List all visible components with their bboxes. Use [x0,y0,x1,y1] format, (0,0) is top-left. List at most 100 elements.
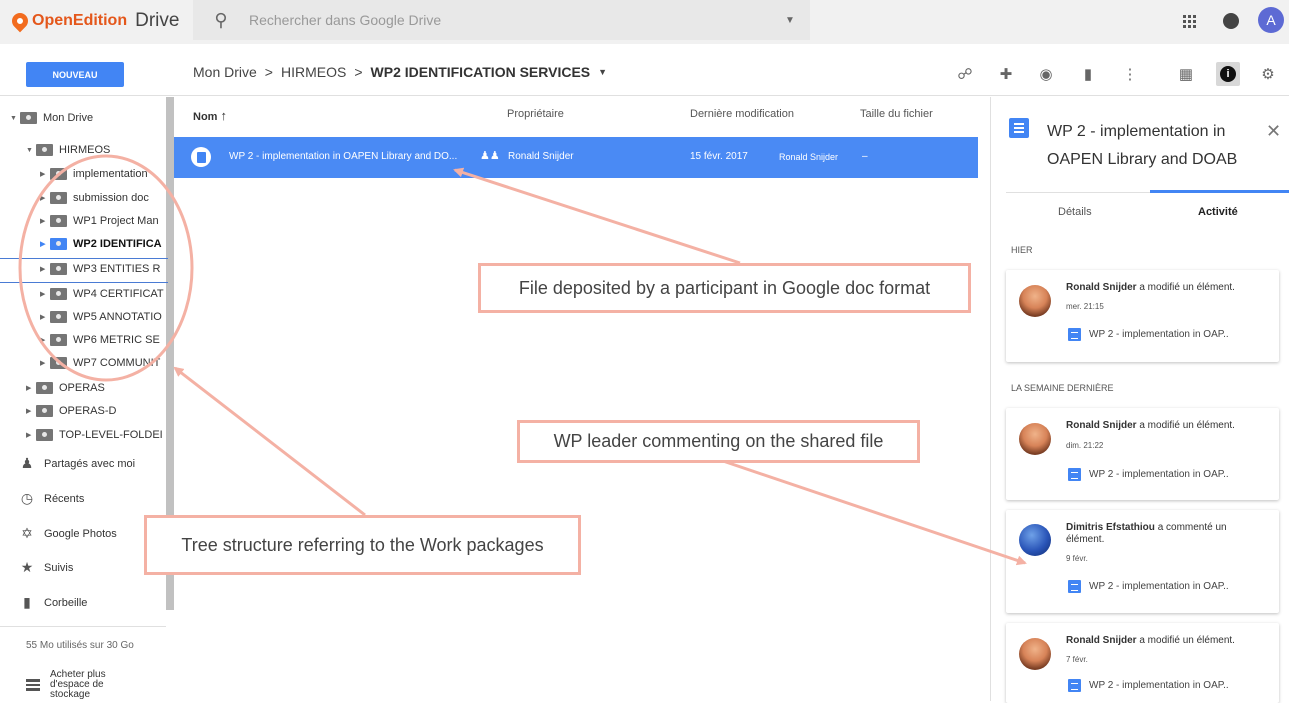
google-doc-icon [1068,468,1081,481]
tree-item-wp3[interactable]: ▶ WP3 ENTITIES R [40,263,166,275]
eye-icon[interactable]: ◉ [1034,62,1058,86]
nav-starred[interactable]: ★ Suivis [10,559,74,576]
clock-icon: ◷ [20,490,34,506]
tree-label: WP3 ENTITIES R [73,263,161,275]
breadcrumb-my-drive[interactable]: Mon Drive [193,64,257,80]
activity-file-link[interactable]: WP 2 - implementation in OAP.. [1068,679,1229,692]
sort-arrow-icon[interactable]: ↑ [221,108,228,123]
link-icon[interactable]: ☍ [953,62,977,86]
chevron-down-icon[interactable]: ▼ [598,67,607,77]
shared-folder-icon [50,334,67,346]
chevron-right-icon[interactable]: ▶ [26,384,36,392]
tab-activity[interactable]: Activité [1198,206,1238,218]
search-options-icon[interactable]: ▼ [770,15,810,26]
tree-label: WP6 METRIC SE [73,334,160,346]
tree-root-my-drive[interactable]: ▼ Mon Drive [10,112,93,124]
chevron-right-icon[interactable]: ▶ [40,359,50,367]
activity-card[interactable]: Ronald Snijder a modifié un élément. 7 f… [1006,623,1279,703]
star-icon: ★ [20,559,34,575]
chevron-right-icon[interactable]: ▶ [40,217,50,225]
buy-storage-link[interactable]: Acheter plus d'espace de stockage [26,670,106,700]
chevron-right-icon[interactable]: ▶ [40,336,50,344]
trash-icon[interactable]: ▮ [1076,62,1100,86]
activity-file-link[interactable]: WP 2 - implementation in OAP.. [1068,580,1229,593]
nav-recent[interactable]: ◷ Récents [10,490,84,507]
tree-item-hirmeos[interactable]: ▼ HIRMEOS [26,144,110,156]
tree-item-operas[interactable]: ▶ OPERAS [26,382,166,394]
tree-item-submission[interactable]: ▶ submission doc [40,192,166,204]
file-name: WP 2 - implementation in OAPEN Library a… [229,151,458,162]
activity-file-link[interactable]: WP 2 - implementation in OAP.. [1068,468,1229,481]
chevron-right-icon[interactable]: ▶ [40,265,50,273]
trash-icon: ▮ [23,594,31,610]
sidebar-divider [0,626,166,627]
activity-message: Ronald Snijder a modifié un élément. [1066,635,1266,647]
shared-folder-icon [50,288,67,300]
tree-annotation-arrow [173,366,366,517]
tree-label: WP2 IDENTIFICA [73,238,162,250]
nav-google-photos[interactable]: ✡ Google Photos [10,525,117,542]
nav-shared-with-me[interactable]: ♟ Partagés avec moi [10,455,135,472]
nav-trash[interactable]: ▮ Corbeille [10,594,87,611]
tree-label: WP7 COMMUNIT [73,357,161,369]
new-button[interactable]: NOUVEAU [26,62,124,87]
file-annotation-callout: File deposited by a participant in Googl… [478,263,971,313]
tree-item-top-level[interactable]: ▶ TOP-LEVEL-FOLDEI [26,429,166,441]
column-header-name[interactable]: Nom ↑ [193,108,227,123]
tree-item-operas-d[interactable]: ▶ OPERAS-D [26,405,166,417]
account-avatar[interactable]: A [1258,7,1284,33]
activity-file-name: WP 2 - implementation in OAP.. [1089,469,1229,480]
breadcrumb-hirmeos[interactable]: HIRMEOS [281,64,346,80]
search-bar[interactable]: ⚲ Rechercher dans Google Drive ▼ [193,0,810,40]
chevron-right-icon[interactable]: ▶ [40,170,50,178]
shared-folder-icon [50,263,67,275]
column-header-size[interactable]: Taille du fichier [860,108,933,120]
activity-card[interactable]: Ronald Snijder a modifié un élément. mer… [1006,270,1279,362]
search-input[interactable]: Rechercher dans Google Drive [249,12,770,28]
chevron-right-icon[interactable]: ▶ [40,240,50,248]
product-name: Drive [135,10,180,31]
chevron-right-icon[interactable]: ▶ [40,290,50,298]
tree-item-wp6[interactable]: ▶ WP6 METRIC SE [40,334,166,346]
chevron-right-icon[interactable]: ▶ [26,407,36,415]
chevron-right-icon[interactable]: ▶ [26,431,36,439]
tree-item-wp2[interactable]: ▶ WP2 IDENTIFICA [40,238,166,250]
nav-label: Corbeille [44,596,88,609]
activity-file-name: WP 2 - implementation in OAP.. [1089,581,1229,592]
avatar [1019,638,1051,670]
tree-item-wp7[interactable]: ▶ WP7 COMMUNIT [40,357,166,369]
add-person-icon[interactable]: ✚ [994,62,1018,86]
table-row[interactable]: WP 2 - implementation in OAPEN Library a… [174,137,978,178]
activity-user: Ronald Snijder [1066,635,1137,646]
activity-card[interactable]: Dimitris Efstathiou a commenté un élémen… [1006,510,1279,613]
activity-file-name: WP 2 - implementation in OAP.. [1089,680,1229,691]
breadcrumb-current-folder[interactable]: WP2 IDENTIFICATION SERVICES [371,64,591,80]
search-icon[interactable]: ⚲ [193,10,249,31]
chevron-down-icon[interactable]: ▼ [10,115,20,122]
activity-card[interactable]: Ronald Snijder a modifié un élément. dim… [1006,408,1279,500]
more-icon[interactable]: ⋮ [1118,62,1142,86]
notifications-icon[interactable] [1218,8,1244,34]
tab-details[interactable]: Détails [1058,206,1092,218]
tree-label: Mon Drive [43,112,94,124]
tree-label: HIRMEOS [59,144,111,156]
grid-view-icon[interactable]: ▦ [1174,62,1198,86]
apps-grid-icon[interactable] [1176,8,1202,34]
tree-item-wp1[interactable]: ▶ WP1 Project Man [40,215,166,227]
brand-name: OpenEdition [32,12,128,29]
settings-icon[interactable]: ⚙ [1256,62,1280,86]
tree-item-wp5[interactable]: ▶ WP5 ANNOTATIO [40,311,166,323]
activity-file-link[interactable]: WP 2 - implementation in OAP.. [1068,328,1229,341]
column-header-modified[interactable]: Dernière modification [690,108,794,120]
close-icon[interactable]: ✕ [1266,121,1281,142]
tree-item-implementation[interactable]: ▶ implementation [40,168,166,180]
chevron-right-icon[interactable]: ▶ [40,313,50,321]
app-logo[interactable]: OpenEdition Drive [8,9,180,33]
info-icon[interactable]: i [1216,62,1240,86]
chevron-down-icon[interactable]: ▼ [26,147,36,154]
column-header-owner[interactable]: Propriétaire [507,108,564,120]
tree-item-wp4[interactable]: ▶ WP4 CERTIFICAT [40,288,166,300]
breadcrumb-separator: > [354,64,363,80]
shared-folder-icon [36,382,53,394]
chevron-right-icon[interactable]: ▶ [40,194,50,202]
